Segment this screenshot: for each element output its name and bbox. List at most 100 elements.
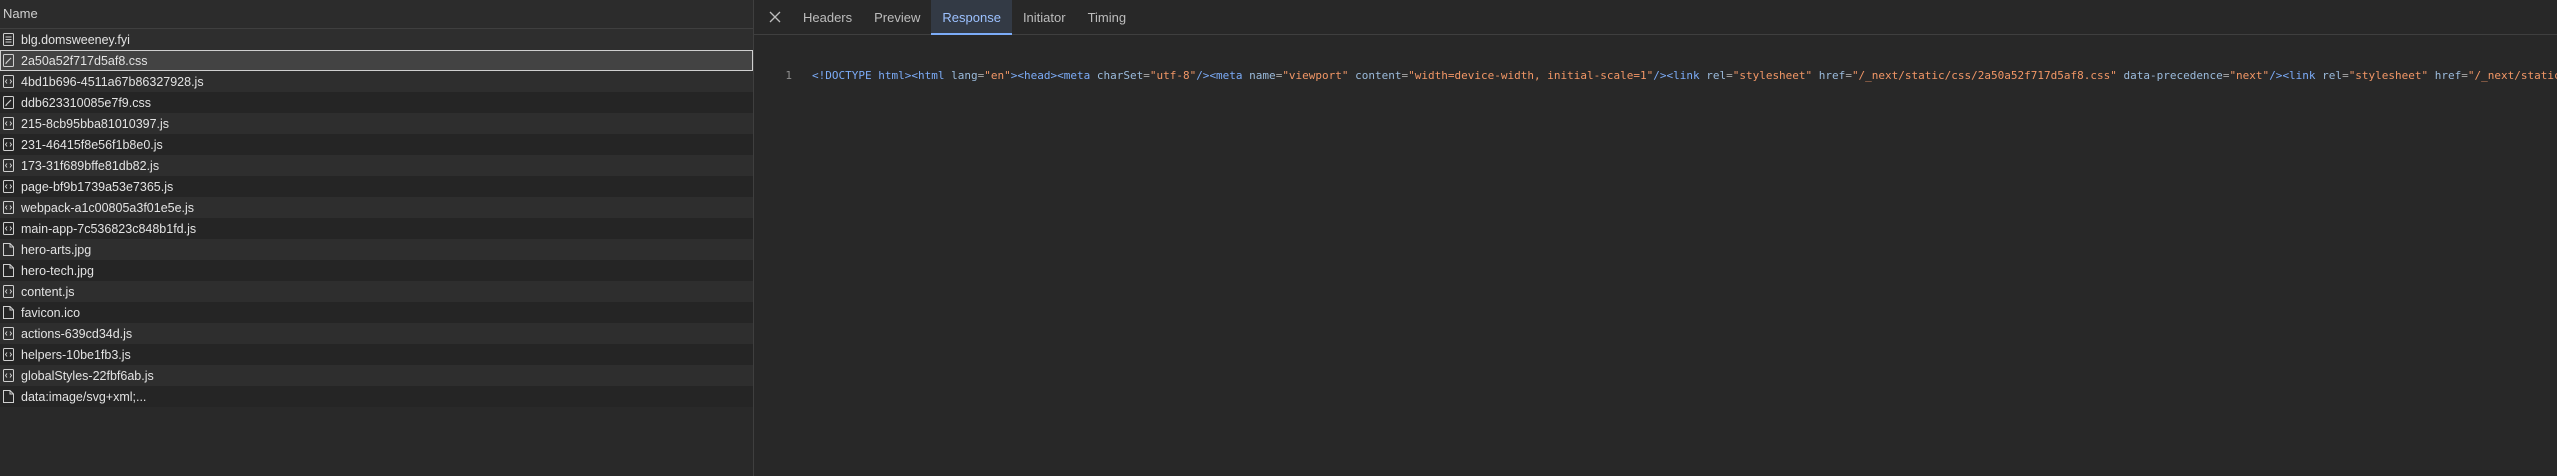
tab-timing[interactable]: Timing: [1077, 0, 1138, 34]
stylesheet-icon: [3, 54, 14, 67]
code-token: =: [1143, 69, 1150, 82]
name-column-header[interactable]: Name: [0, 0, 753, 29]
request-row[interactable]: webpack-a1c00805a3f01e5e.js: [0, 197, 753, 218]
code-line: 1 <!DOCTYPE html><html lang="en"><head><…: [754, 67, 2557, 84]
code-token: data-precedence: [2116, 69, 2223, 82]
details-tabs: Headers Preview Response Initiator Timing: [792, 0, 1138, 35]
stylesheet-icon: [3, 96, 14, 109]
request-name: 231-46415f8e56f1b8e0.js: [21, 137, 163, 152]
code-token: <link: [1666, 69, 1700, 82]
code-token: <meta: [1057, 69, 1091, 82]
script-icon: [3, 327, 14, 340]
request-row[interactable]: blg.domsweeney.fyi: [0, 29, 753, 50]
script-icon: [3, 222, 14, 235]
request-row[interactable]: 215-8cb95bba81010397.js: [0, 113, 753, 134]
script-icon: [3, 75, 14, 88]
request-row[interactable]: ddb623310085e7f9.css: [0, 92, 753, 113]
request-name: ddb623310085e7f9.css: [21, 95, 151, 110]
request-name: data:image/svg+xml;...: [21, 389, 147, 404]
file-icon: [3, 306, 14, 319]
code-token: />: [2269, 69, 2283, 82]
file-icon: [3, 264, 14, 277]
code-token: <meta: [1209, 69, 1243, 82]
file-icon: [3, 243, 14, 256]
code-token: rel: [2315, 69, 2343, 82]
script-icon: [3, 180, 14, 193]
code-token: href: [2428, 69, 2462, 82]
request-row[interactable]: favicon.ico: [0, 302, 753, 323]
request-name: blg.domsweeney.fyi: [21, 32, 130, 47]
request-row[interactable]: page-bf9b1739a53e7365.js: [0, 176, 753, 197]
request-row[interactable]: globalStyles-22fbf6ab.js: [0, 365, 753, 386]
tab-initiator[interactable]: Initiator: [1012, 0, 1077, 34]
request-name: helpers-10be1fb3.js: [21, 347, 131, 362]
request-row[interactable]: hero-tech.jpg: [0, 260, 753, 281]
request-name: 173-31f689bffe81db82.js: [21, 158, 160, 173]
code-token: />: [1196, 69, 1210, 82]
request-name: content.js: [21, 284, 75, 299]
code-token: name: [1242, 69, 1276, 82]
request-row[interactable]: actions-639cd34d.js: [0, 323, 753, 344]
code-token: />: [1653, 69, 1667, 82]
request-name: actions-639cd34d.js: [21, 326, 133, 341]
request-name: hero-arts.jpg: [21, 242, 92, 257]
script-icon: [3, 348, 14, 361]
request-name: favicon.ico: [21, 305, 81, 320]
request-row[interactable]: data:image/svg+xml;...: [0, 386, 753, 407]
request-list-panel: Name blg.domsweeney.fyi 2a50a52f717d5af8.…: [0, 0, 754, 476]
request-name: hero-tech.jpg: [21, 263, 94, 278]
code-token: "utf-8": [1149, 69, 1197, 82]
request-name: globalStyles-22fbf6ab.js: [21, 368, 154, 383]
code-token: =: [2342, 69, 2349, 82]
code-token: content: [1348, 69, 1402, 82]
request-row[interactable]: 173-31f689bffe81db82.js: [0, 155, 753, 176]
code-token: "next": [2229, 69, 2270, 82]
request-list: blg.domsweeney.fyi 2a50a52f717d5af8.css 4b…: [0, 29, 753, 407]
code-token: =: [1845, 69, 1852, 82]
code-token: <link: [2282, 69, 2316, 82]
request-row[interactable]: hero-arts.jpg: [0, 239, 753, 260]
request-name: 2a50a52f717d5af8.css: [21, 53, 148, 68]
response-viewer[interactable]: 1 <!DOCTYPE html><html lang="en"><head><…: [754, 35, 2557, 110]
script-icon: [3, 201, 14, 214]
code-token: "stylesheet": [1732, 69, 1813, 82]
tab-headers[interactable]: Headers: [792, 0, 863, 34]
code-token: <!DOCTYPE html>: [812, 69, 912, 82]
request-name: main-app-7c536823c848b1fd.js: [21, 221, 197, 236]
code-token: <html: [911, 69, 945, 82]
request-name: page-bf9b1739a53e7365.js: [21, 179, 174, 194]
tab-response[interactable]: Response: [931, 0, 1012, 35]
code-token: href: [1812, 69, 1846, 82]
request-name: 4bd1b696-4511a67b86327928.js: [21, 74, 204, 89]
code-token: charSet: [1090, 69, 1144, 82]
document-icon: [3, 33, 14, 46]
code-token: =: [2461, 69, 2468, 82]
code-token: "width=device-width, initial-scale=1": [1408, 69, 1654, 82]
code-text: <!DOCTYPE html><html lang="en"><head><me…: [812, 69, 2557, 82]
request-row[interactable]: main-app-7c536823c848b1fd.js: [0, 218, 753, 239]
details-tabbar: Headers Preview Response Initiator Timing: [754, 0, 2557, 35]
code-token: <head>: [1017, 69, 1058, 82]
line-number: 1: [785, 69, 792, 82]
file-icon: [3, 390, 14, 403]
code-token: lang: [944, 69, 978, 82]
script-icon: [3, 369, 14, 382]
script-icon: [3, 285, 14, 298]
request-row[interactable]: 4bd1b696-4511a67b86327928.js: [0, 71, 753, 92]
code-token: "stylesheet": [2348, 69, 2429, 82]
request-row[interactable]: 2a50a52f717d5af8.css: [0, 50, 753, 71]
close-icon[interactable]: [758, 0, 792, 34]
request-row[interactable]: content.js: [0, 281, 753, 302]
code-token: "/_next/static/css/2a50a52f717d5af8.css": [1851, 69, 2117, 82]
code-token: "viewport": [1282, 69, 1349, 82]
request-name: 215-8cb95bba81010397.js: [21, 116, 170, 131]
request-row[interactable]: 231-46415f8e56f1b8e0.js: [0, 134, 753, 155]
code-token: rel: [1699, 69, 1727, 82]
code-token: "/_next/static/: [2467, 69, 2557, 82]
request-details-panel: Headers Preview Response Initiator Timing 1 …: [754, 0, 2557, 476]
request-row[interactable]: helpers-10be1fb3.js: [0, 344, 753, 365]
tab-preview[interactable]: Preview: [863, 0, 931, 34]
request-name: webpack-a1c00805a3f01e5e.js: [21, 200, 195, 215]
script-icon: [3, 159, 14, 172]
code-token: "en": [984, 69, 1011, 82]
